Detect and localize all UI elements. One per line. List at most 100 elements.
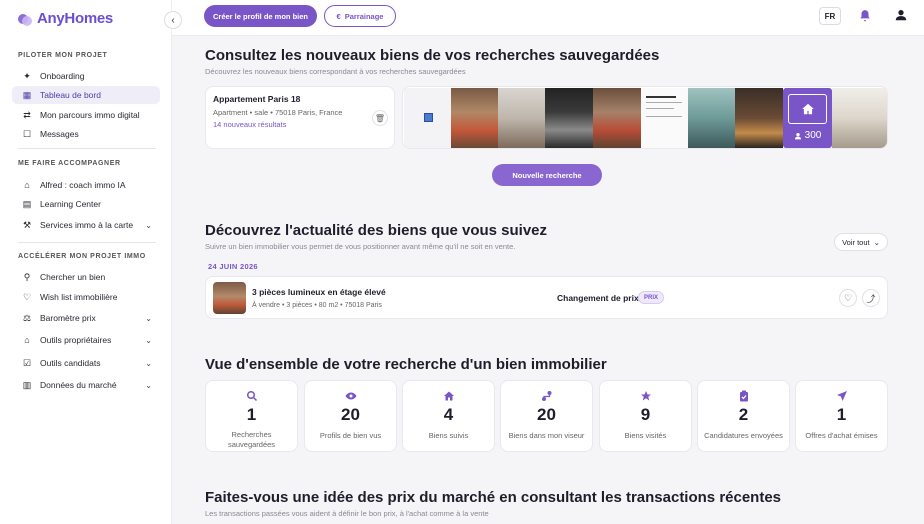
language-selector[interactable]: FR (819, 7, 841, 25)
bell-icon[interactable] (858, 9, 872, 23)
property-thumbnail[interactable] (451, 88, 498, 148)
section-title-accelerate: ACCÉLÉRER MON PROJET IMMO (18, 253, 146, 260)
sidebar-item-onboarding[interactable]: ✦ Onboarding (12, 67, 160, 85)
book-icon: ▤ (22, 198, 32, 209)
property-thumbnail[interactable] (498, 88, 545, 148)
star-icon (640, 391, 651, 401)
topbar: Créer le profil de mon bien € Parrainage… (172, 0, 924, 36)
stat-card-visited[interactable]: 9 Biens visités (599, 380, 692, 452)
see-all-label: Voir tout (842, 237, 870, 247)
stat-value: 4 (443, 405, 454, 424)
referral-button[interactable]: € Parrainage (324, 5, 396, 27)
divider (18, 148, 156, 149)
share-button[interactable]: ⤴ (862, 289, 880, 307)
sidebar-item-label: Tableau de bord (40, 90, 101, 100)
see-all-dropdown[interactable]: Voir tout ⌄ (834, 233, 888, 251)
event-date: 24 JUIN 2026 (208, 262, 258, 271)
stat-card-profiles-viewed[interactable]: 20 Profils de bien vus (304, 380, 397, 452)
route-icon: ⇄ (23, 109, 31, 120)
saved-search-card[interactable]: Appartement Paris 18 Apartment • sale • … (205, 86, 395, 149)
stat-card-applications[interactable]: 2 Candidatures envoyées (697, 380, 790, 452)
sparkle-icon: ✦ (23, 70, 31, 81)
candidate-icon: ☑ (22, 357, 32, 368)
sidebar-item-parcours[interactable]: ⇄ Mon parcours immo digital (12, 106, 160, 124)
property-thumbnail[interactable] (593, 88, 641, 148)
section-title-pilot: PILOTER MON PROJET (18, 52, 108, 59)
stat-card-followed[interactable]: 4 Biens suivis (402, 380, 495, 452)
chevron-down-icon: ⌄ (145, 380, 152, 390)
clipboard-icon (739, 390, 748, 402)
followed-title: Découvrez l'actualité des biens que vous… (205, 222, 548, 239)
sidebar-item-messages[interactable]: ☐ Messages (12, 125, 160, 143)
followed-property-card[interactable]: 3 pièces lumineux en étage élevé À vendr… (205, 276, 888, 319)
map-icon: ▥ (22, 379, 32, 390)
chat-icon: ☐ (22, 128, 32, 139)
sidebar-item-owner-tools[interactable]: ⌂ Outils propriétaires ⌄ (12, 331, 160, 349)
heart-icon: ♡ (843, 292, 853, 303)
stat-card-target[interactable]: 20 Biens dans mon viseur (500, 380, 593, 452)
collapse-sidebar-button[interactable]: ‹ (164, 11, 182, 29)
sidebar-item-services[interactable]: ⚒ Services immo à la carte ⌄ (12, 216, 160, 234)
property-thumbnail[interactable] (688, 88, 735, 148)
user-icon (794, 132, 801, 139)
sidebar-item-alfred[interactable]: ⌂ Alfred : coach immo IA (12, 176, 160, 194)
logo[interactable]: AnyHomes (18, 10, 113, 27)
sidebar-item-wishlist[interactable]: ♡ Wish list immobilière (12, 288, 160, 306)
chevron-down-icon: ⌄ (873, 237, 880, 247)
user-icon[interactable] (894, 8, 908, 22)
broken-image-icon (424, 113, 433, 122)
heart-icon: ♡ (22, 291, 32, 302)
sidebar-item-search[interactable]: ⚲ Chercher un bien (12, 268, 160, 286)
dashboard-icon: ▦ (22, 89, 32, 100)
price-badge: PRIX (638, 291, 665, 304)
chevron-down-icon: ⌄ (145, 313, 152, 323)
sidebar-item-learning[interactable]: ▤ Learning Center (12, 195, 160, 213)
new-results-link[interactable]: 14 nouveaux résultats (213, 120, 286, 129)
property-thumbnail[interactable] (545, 88, 593, 148)
scale-icon: ⚖ (22, 312, 32, 323)
favorite-button[interactable]: ♡ (839, 289, 857, 307)
divider (18, 242, 156, 243)
euro-icon: € (336, 11, 341, 21)
property-thumbnail[interactable] (735, 88, 783, 148)
new-search-button[interactable]: Nouvelle recherche (492, 164, 602, 186)
logo-icon (18, 12, 32, 26)
stat-value: 1 (246, 405, 257, 424)
sidebar-item-market-data[interactable]: ▥ Données du marché ⌄ (12, 376, 160, 394)
stat-card-saved-searches[interactable]: 1 Recherches sauvegardées (205, 380, 298, 452)
home-icon (788, 94, 827, 124)
property-thumbnail[interactable] (832, 88, 887, 148)
sidebar-item-label: Services immo à la carte (40, 220, 134, 230)
sidebar-item-barometre[interactable]: ⚖ Baromètre prix ⌄ (12, 309, 160, 327)
search-icon (246, 391, 257, 402)
followed-subtitle: Suivre un bien immobilier vous permet de… (205, 242, 516, 251)
app-name: AnyHomes (37, 10, 113, 27)
delete-search-button[interactable]: 🗑 (372, 110, 388, 126)
stat-label: Recherches sauvegardées (227, 430, 276, 449)
stat-label: Biens suivis (428, 431, 469, 440)
more-results-count: 300 (804, 130, 822, 141)
create-property-profile-button[interactable]: Créer le profil de mon bien (204, 5, 317, 27)
saved-searches-subtitle: Découvrez les nouveaux biens corresponda… (205, 67, 466, 76)
saved-searches-title: Consultez les nouveaux biens de vos rech… (205, 47, 660, 64)
stat-card-offers[interactable]: 1 Offres d'achat émises (795, 380, 888, 452)
sidebar-item-label: Données du marché (40, 380, 117, 390)
chevron-down-icon: ⌄ (145, 358, 152, 368)
sidebar-item-dashboard[interactable]: ▦ Tableau de bord (12, 86, 160, 104)
chevron-down-icon: ⌄ (145, 220, 152, 230)
sidebar-item-candidate-tools[interactable]: ☑ Outils candidats ⌄ (12, 354, 160, 372)
saved-search-title: Appartement Paris 18 (213, 94, 301, 104)
share-icon: ⤴ (866, 293, 876, 304)
property-thumbnail[interactable] (404, 88, 451, 148)
property-meta: À vendre • 3 pièces • 80 m2 • 75018 Pari… (252, 302, 382, 309)
property-title: 3 pièces lumineux en étage élevé (252, 287, 386, 297)
home-outline-icon: ⌂ (24, 335, 30, 345)
sidebar-item-label: Wish list immobilière (40, 292, 118, 302)
sidebar-item-label: Baromètre prix (40, 313, 96, 323)
referral-label: Parrainage (344, 11, 384, 21)
property-thumbnail[interactable] (641, 88, 688, 148)
sidebar-item-label: Outils propriétaires (40, 335, 112, 345)
chevron-down-icon: ⌄ (145, 335, 152, 345)
new-properties-strip: 300 (402, 86, 888, 149)
more-results-tile[interactable]: 300 (783, 88, 832, 148)
